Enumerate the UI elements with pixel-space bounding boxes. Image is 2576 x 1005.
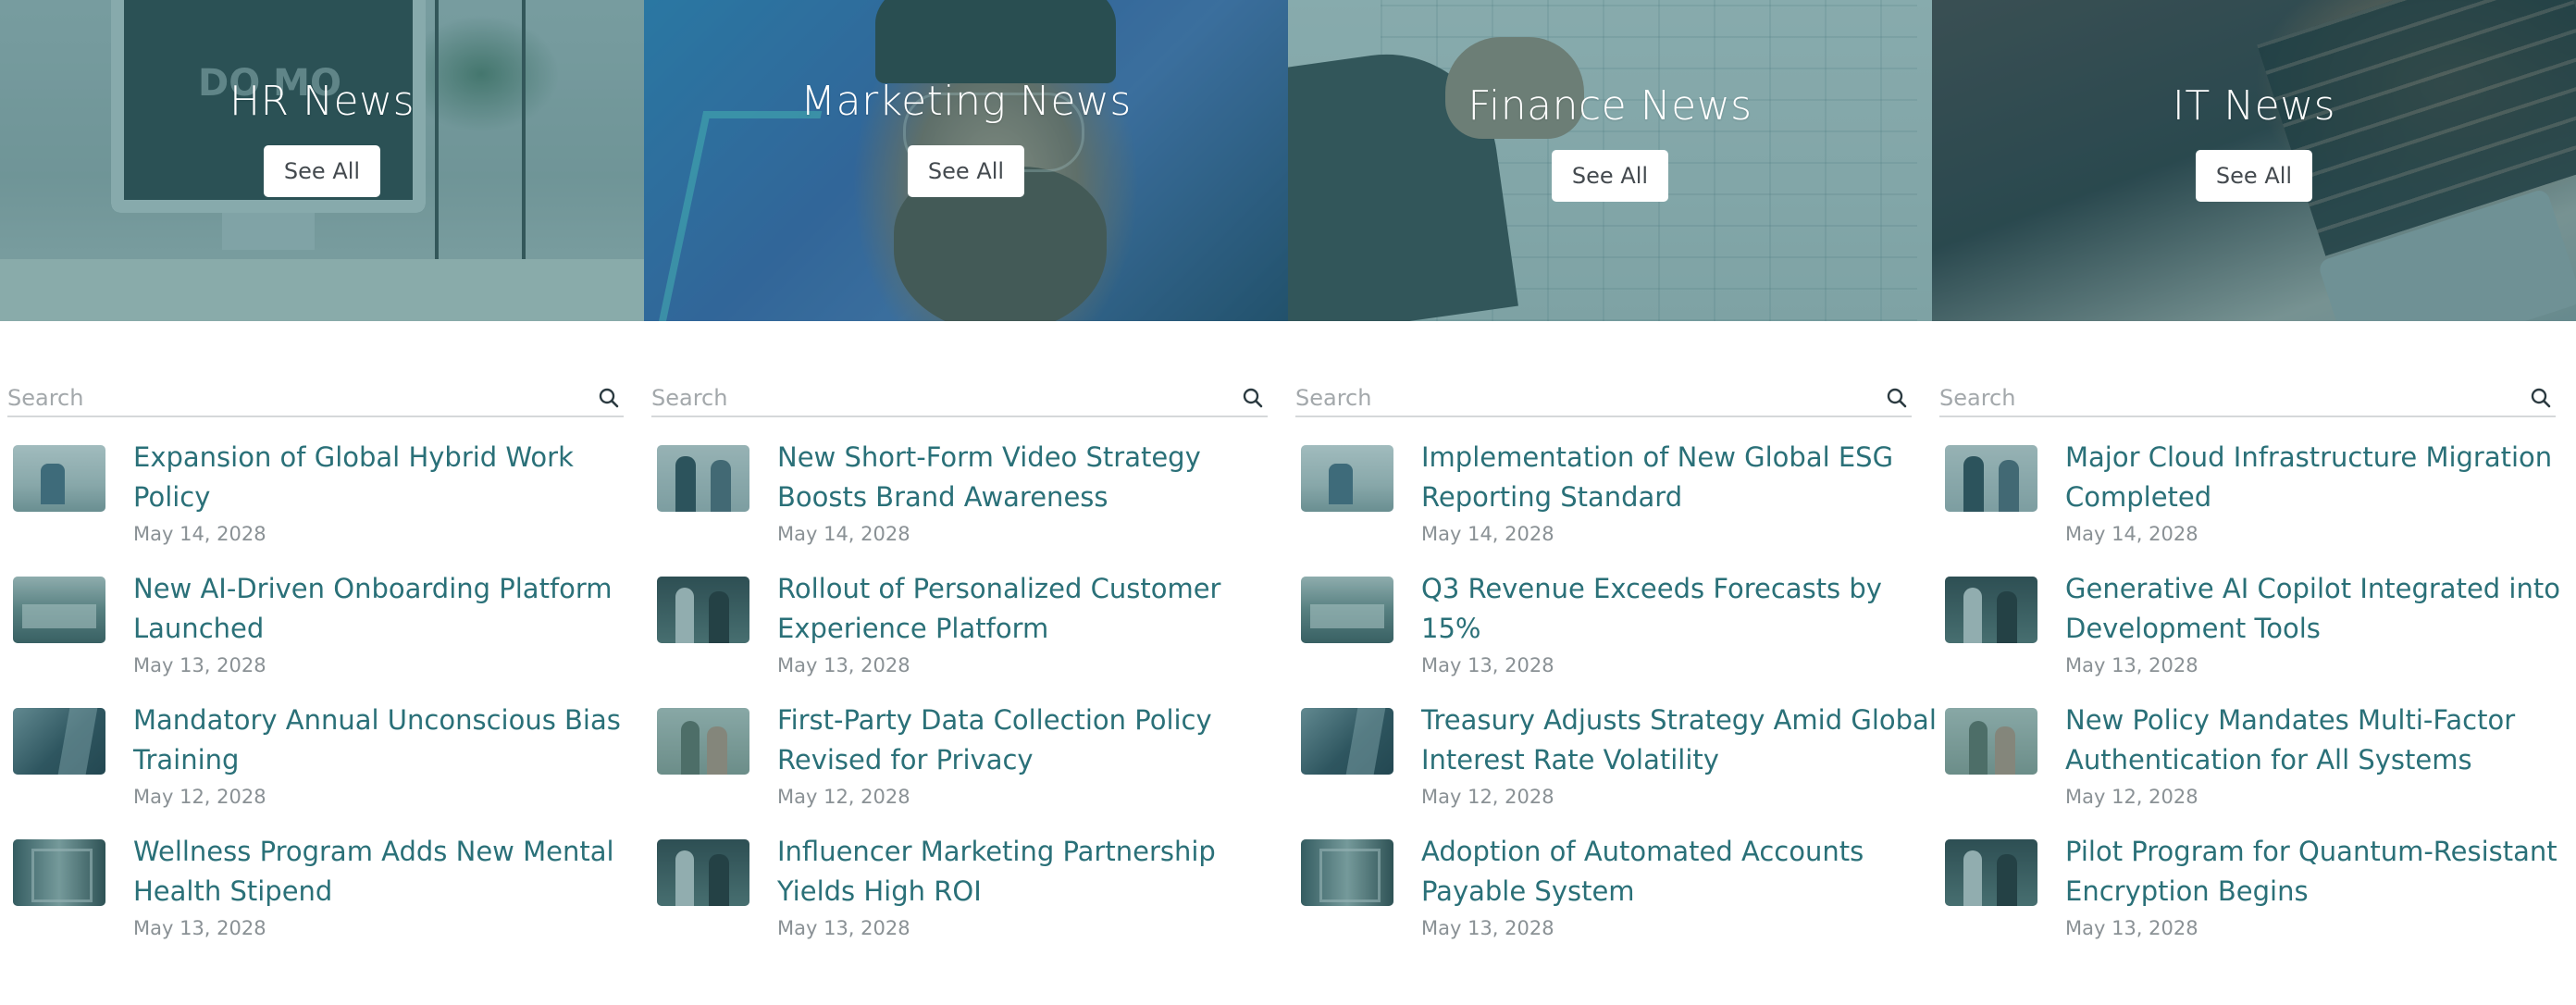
search-icon[interactable] — [1886, 387, 1908, 409]
list-item[interactable]: Q3 Revenue Exceeds Forecasts by 15% May … — [1295, 569, 1925, 676]
news-thumbnail — [1301, 445, 1393, 512]
news-title-link[interactable]: Wellness Program Adds New Mental Health … — [133, 832, 651, 912]
list-item[interactable]: Generative AI Copilot Integrated into De… — [1939, 569, 2569, 676]
news-title-link[interactable]: Adoption of Automated Accounts Payable S… — [1421, 832, 1939, 912]
search-icon[interactable] — [1242, 387, 1264, 409]
news-column-it: Major Cloud Infrastructure Migration Com… — [1932, 380, 2576, 963]
hero-hr: DO MO HR News See All — [0, 0, 644, 321]
news-date: May 14, 2028 — [1421, 523, 1554, 545]
news-list: Expansion of Global Hybrid Work Policy M… — [7, 438, 637, 939]
news-column-hr: Expansion of Global Hybrid Work Policy M… — [0, 380, 644, 963]
news-date: May 13, 2028 — [1421, 654, 1554, 676]
news-columns: Expansion of Global Hybrid Work Policy M… — [0, 321, 2576, 963]
news-thumbnail — [657, 445, 749, 512]
news-title-link[interactable]: Implementation of New Global ESG Reporti… — [1421, 438, 1939, 517]
list-item[interactable]: Adoption of Automated Accounts Payable S… — [1295, 832, 1925, 939]
news-date: May 14, 2028 — [2065, 523, 2198, 545]
news-title-link[interactable]: Expansion of Global Hybrid Work Policy — [133, 438, 651, 517]
news-thumbnail — [1945, 708, 2037, 775]
search-icon[interactable] — [2530, 387, 2552, 409]
news-page: DO MO HR News See All Marketing News See… — [0, 0, 2576, 1005]
news-thumbnail — [1945, 577, 2037, 643]
see-all-hr-button[interactable]: See All — [263, 145, 381, 197]
news-thumbnail — [657, 839, 749, 906]
search-input[interactable] — [7, 385, 563, 411]
search-bar — [1939, 380, 2556, 417]
list-item[interactable]: New Short-Form Video Strategy Boosts Bra… — [651, 438, 1281, 545]
news-title-link[interactable]: Mandatory Annual Unconscious Bias Traini… — [133, 701, 651, 780]
list-item[interactable]: First-Party Data Collection Policy Revis… — [651, 701, 1281, 808]
list-item[interactable]: New Policy Mandates Multi-Factor Authent… — [1939, 701, 2569, 808]
news-thumbnail — [1945, 839, 2037, 906]
search-icon[interactable] — [598, 387, 620, 409]
news-title-link[interactable]: Treasury Adjusts Strategy Amid Global In… — [1421, 701, 1939, 780]
news-thumbnail — [1301, 577, 1393, 643]
hero-finance: Finance News See All — [1288, 0, 1932, 321]
list-item[interactable]: Influencer Marketing Partnership Yields … — [651, 832, 1281, 939]
news-thumbnail — [1301, 708, 1393, 775]
news-thumbnail — [1945, 445, 2037, 512]
news-title-link[interactable]: New Short-Form Video Strategy Boosts Bra… — [777, 438, 1295, 517]
news-title-link[interactable]: First-Party Data Collection Policy Revis… — [777, 701, 1295, 780]
news-date: May 13, 2028 — [133, 654, 266, 676]
news-title-link[interactable]: Q3 Revenue Exceeds Forecasts by 15% — [1421, 569, 1939, 649]
see-all-finance-button[interactable]: See All — [1551, 150, 1669, 202]
news-date: May 14, 2028 — [777, 523, 910, 545]
list-item[interactable]: Rollout of Personalized Customer Experie… — [651, 569, 1281, 676]
news-title-link[interactable]: Pilot Program for Quantum-Resistant Encr… — [2065, 832, 2576, 912]
list-item[interactable]: Expansion of Global Hybrid Work Policy M… — [7, 438, 637, 545]
news-date: May 13, 2028 — [1421, 917, 1554, 939]
list-item[interactable]: Wellness Program Adds New Mental Health … — [7, 832, 637, 939]
list-item[interactable]: Implementation of New Global ESG Reporti… — [1295, 438, 1925, 545]
list-item[interactable]: New AI-Driven Onboarding Platform Launch… — [7, 569, 637, 676]
news-thumbnail — [13, 445, 105, 512]
news-thumbnail — [13, 839, 105, 906]
see-all-it-button[interactable]: See All — [2195, 150, 2313, 202]
news-date: May 12, 2028 — [2065, 786, 2198, 808]
search-input[interactable] — [1939, 385, 2495, 411]
news-date: May 13, 2028 — [777, 917, 910, 939]
news-date: May 12, 2028 — [133, 786, 266, 808]
news-column-finance: Implementation of New Global ESG Reporti… — [1288, 380, 1937, 963]
list-item[interactable]: Major Cloud Infrastructure Migration Com… — [1939, 438, 2569, 545]
list-item[interactable]: Treasury Adjusts Strategy Amid Global In… — [1295, 701, 1937, 808]
list-item[interactable]: Pilot Program for Quantum-Resistant Encr… — [1939, 832, 2569, 939]
news-title-link[interactable]: Influencer Marketing Partnership Yields … — [777, 832, 1295, 912]
hero-title: IT News — [2172, 82, 2336, 130]
news-thumbnail — [13, 708, 105, 775]
news-date: May 13, 2028 — [2065, 917, 2198, 939]
news-thumbnail — [1301, 839, 1393, 906]
news-thumbnail — [657, 708, 749, 775]
hero-strip: DO MO HR News See All Marketing News See… — [0, 0, 2576, 321]
news-list: Major Cloud Infrastructure Migration Com… — [1939, 438, 2569, 939]
news-title-link[interactable]: Generative AI Copilot Integrated into De… — [2065, 569, 2576, 649]
search-input[interactable] — [1295, 385, 1851, 411]
see-all-marketing-button[interactable]: See All — [907, 145, 1025, 197]
list-item[interactable]: Mandatory Annual Unconscious Bias Traini… — [7, 701, 637, 808]
search-bar — [651, 380, 1268, 417]
hero-title: Marketing News — [800, 78, 1132, 125]
news-date: May 12, 2028 — [777, 786, 910, 808]
search-bar — [1295, 380, 1912, 417]
hero-marketing: Marketing News See All — [644, 0, 1288, 321]
news-title-link[interactable]: New Policy Mandates Multi-Factor Authent… — [2065, 701, 2576, 780]
hero-title: HR News — [229, 78, 415, 125]
hero-it: IT News See All — [1932, 0, 2576, 321]
news-title-link[interactable]: Major Cloud Infrastructure Migration Com… — [2065, 438, 2576, 517]
news-title-link[interactable]: New AI-Driven Onboarding Platform Launch… — [133, 569, 651, 649]
news-date: May 13, 2028 — [133, 917, 266, 939]
search-bar — [7, 380, 624, 417]
hero-title: Finance News — [1468, 82, 1752, 130]
news-list: Implementation of New Global ESG Reporti… — [1295, 438, 1937, 939]
news-column-marketing: New Short-Form Video Strategy Boosts Bra… — [644, 380, 1288, 963]
news-list: New Short-Form Video Strategy Boosts Bra… — [651, 438, 1281, 939]
news-thumbnail — [657, 577, 749, 643]
news-date: May 13, 2028 — [2065, 654, 2198, 676]
news-title-link[interactable]: Rollout of Personalized Customer Experie… — [777, 569, 1295, 649]
news-date: May 14, 2028 — [133, 523, 266, 545]
news-thumbnail — [13, 577, 105, 643]
news-date: May 13, 2028 — [777, 654, 910, 676]
news-date: May 12, 2028 — [1421, 786, 1554, 808]
search-input[interactable] — [651, 385, 1207, 411]
